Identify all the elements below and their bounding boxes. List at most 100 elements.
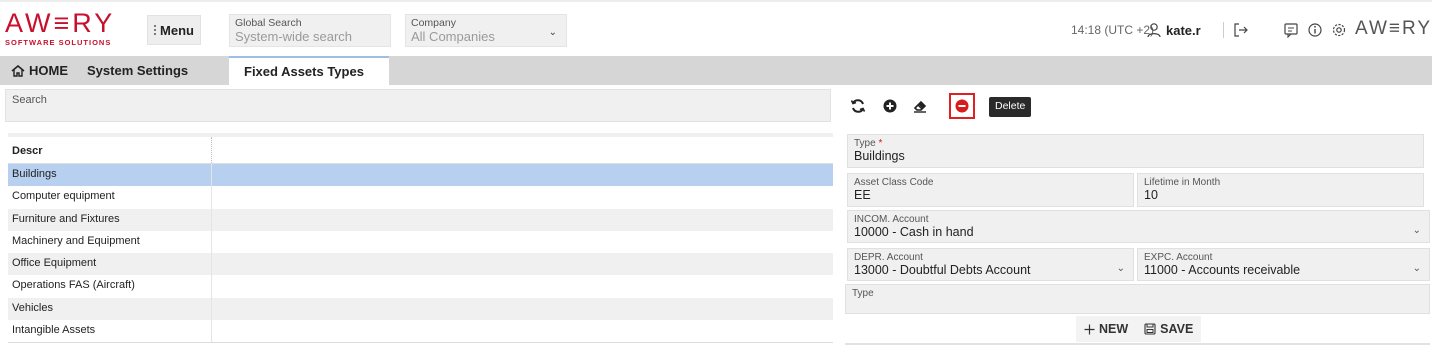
tab-fixed-assets-types[interactable]: Fixed Assets Types: [229, 56, 389, 85]
chevron-down-icon: ⌄: [1412, 225, 1421, 236]
column-header-descr[interactable]: Descr: [8, 137, 212, 163]
menu-button[interactable]: Menu: [147, 15, 201, 45]
table-row[interactable]: Vehicles: [8, 297, 833, 321]
refresh-button[interactable]: [845, 93, 871, 119]
global-search-field[interactable]: Global Search System-wide search: [229, 14, 391, 47]
form-actions: NEW SAVE: [1076, 316, 1202, 342]
expc-account-select[interactable]: EXPC. Account 11000 - Accounts receivabl…: [1137, 248, 1430, 281]
table-row[interactable]: Operations FAS (Aircraft): [8, 275, 833, 298]
tab-system-settings[interactable]: System Settings: [77, 56, 228, 85]
vertical-dots-icon: [154, 25, 157, 35]
global-search-input[interactable]: System-wide search: [235, 29, 390, 45]
empty-cell: [212, 164, 833, 186]
table-row[interactable]: Buildings: [8, 164, 833, 187]
depr-account-select[interactable]: DEPR. Account 13000 - Doubtful Debts Acc…: [847, 248, 1134, 281]
grid-body: Buildings Computer equipment Furniture and…: [8, 164, 833, 343]
empty-cell: [212, 253, 833, 275]
new-button-label: NEW: [1099, 322, 1129, 336]
grid-bottom-border: [8, 342, 833, 344]
tab-system-settings-label: System Settings: [87, 63, 189, 78]
depr-account-value: 13000 - Doubtful Debts Account: [854, 263, 1031, 277]
empty-cell: [212, 298, 833, 320]
lifetime-in-month-field[interactable]: Lifetime in Month 10: [1137, 173, 1424, 207]
clock-time: 14:18 (UTC +2): [1071, 23, 1155, 37]
empty-cell: [212, 231, 833, 253]
descr-cell: Buildings: [8, 164, 212, 187]
global-search-label: Global Search: [235, 17, 302, 29]
chat-icon[interactable]: [1282, 21, 1300, 39]
descr-cell: Intangible Assets: [8, 320, 212, 343]
depr-account-label: DEPR. Account: [854, 252, 923, 263]
company-label: Company: [411, 17, 456, 29]
add-button[interactable]: [877, 93, 903, 119]
refresh-icon: [850, 99, 866, 113]
grid-header: Descr: [8, 137, 833, 164]
descr-cell: Furniture and Fixtures: [8, 208, 212, 231]
descr-cell: Office Equipment: [8, 253, 212, 276]
asset-class-code-value[interactable]: EE: [854, 188, 1133, 203]
logo-subtitle: SOFTWARE SOLUTIONS: [5, 38, 112, 47]
search-input[interactable]: Search: [5, 89, 831, 122]
fixed-assets-types-grid: Descr Buildings Computer equipment Furnitu…: [8, 133, 833, 344]
incom-account-value: 10000 - Cash in hand: [854, 225, 974, 239]
table-row[interactable]: Computer equipment: [8, 186, 833, 209]
delete-button[interactable]: [949, 93, 975, 119]
expc-account-value: 11000 - Accounts receivable: [1144, 263, 1301, 277]
type-note-label: Type: [852, 288, 874, 299]
chevron-down-icon: ⌄: [1412, 263, 1421, 274]
incom-account-select[interactable]: INCOM. Account 10000 - Cash in hand ⌄: [847, 210, 1430, 243]
empty-cell: [212, 209, 833, 231]
info-icon[interactable]: [1306, 21, 1324, 39]
table-row[interactable]: Furniture and Fixtures: [8, 208, 833, 231]
required-mark: *: [878, 138, 883, 149]
type-value[interactable]: Buildings: [854, 149, 1423, 164]
company-value: All Companies: [411, 29, 495, 44]
brand-wordmark-right: AW≡RY: [1355, 18, 1432, 39]
descr-cell: Machinery and Equipment: [8, 230, 212, 254]
type-field[interactable]: Type * Buildings: [847, 134, 1424, 168]
type-note-field[interactable]: Type: [845, 284, 1430, 314]
chevron-down-icon: ⌄: [1116, 263, 1125, 274]
table-row[interactable]: Machinery and Equipment: [8, 230, 833, 254]
gear-icon[interactable]: [1330, 21, 1348, 39]
descr-cell: Computer equipment: [8, 186, 212, 209]
tab-home-label: HOME: [29, 63, 68, 78]
menu-label: Menu: [160, 22, 194, 38]
search-label: Search: [12, 94, 47, 106]
delete-tooltip: Delete: [989, 97, 1032, 117]
tab-bar: HOME System Settings Fixed Assets Types: [0, 56, 1432, 85]
header-divider: [1223, 22, 1224, 38]
chevron-down-icon: ⌄: [548, 27, 557, 38]
table-row[interactable]: Intangible Assets: [8, 320, 833, 343]
logout-icon[interactable]: [1232, 21, 1250, 39]
home-icon: [11, 64, 25, 77]
lifetime-value[interactable]: 10: [1144, 188, 1423, 203]
user-menu[interactable]: kate.r: [1146, 2, 1201, 58]
new-button[interactable]: NEW: [1084, 322, 1128, 336]
empty-cell: [212, 275, 833, 297]
descr-cell: Operations FAS (Aircraft): [8, 275, 212, 298]
save-button[interactable]: SAVE: [1144, 322, 1193, 336]
asset-class-code-label: Asset Class Code: [854, 177, 934, 188]
incom-account-label: INCOM. Account: [854, 214, 929, 225]
descr-cell: Vehicles: [8, 297, 212, 321]
top-header: AW≡RY SOFTWARE SOLUTIONS Menu Global Sea…: [0, 0, 1432, 56]
type-label-text: Type: [854, 138, 876, 149]
tab-home[interactable]: HOME: [0, 56, 76, 85]
plus-circle-icon: [883, 99, 897, 113]
logo-wordmark: AW≡RY: [5, 8, 116, 38]
save-button-label: SAVE: [1160, 322, 1194, 336]
plus-icon: [1084, 324, 1095, 334]
lifetime-label: Lifetime in Month: [1144, 177, 1221, 188]
table-row[interactable]: Office Equipment: [8, 253, 833, 276]
asset-class-code-field[interactable]: Asset Class Code EE: [847, 173, 1134, 207]
expc-account-label: EXPC. Account: [1144, 252, 1213, 263]
username: kate.r: [1166, 22, 1201, 38]
awery-logo[interactable]: AW≡RY SOFTWARE SOLUTIONS: [5, 10, 117, 50]
tab-fixed-assets-types-label: Fixed Assets Types: [244, 64, 364, 79]
eraser-icon: [913, 100, 927, 113]
clear-button[interactable]: [907, 93, 933, 119]
empty-cell: [212, 186, 833, 208]
type-label: Type *: [854, 138, 1423, 149]
company-select[interactable]: Company All Companies ⌄: [405, 14, 567, 47]
